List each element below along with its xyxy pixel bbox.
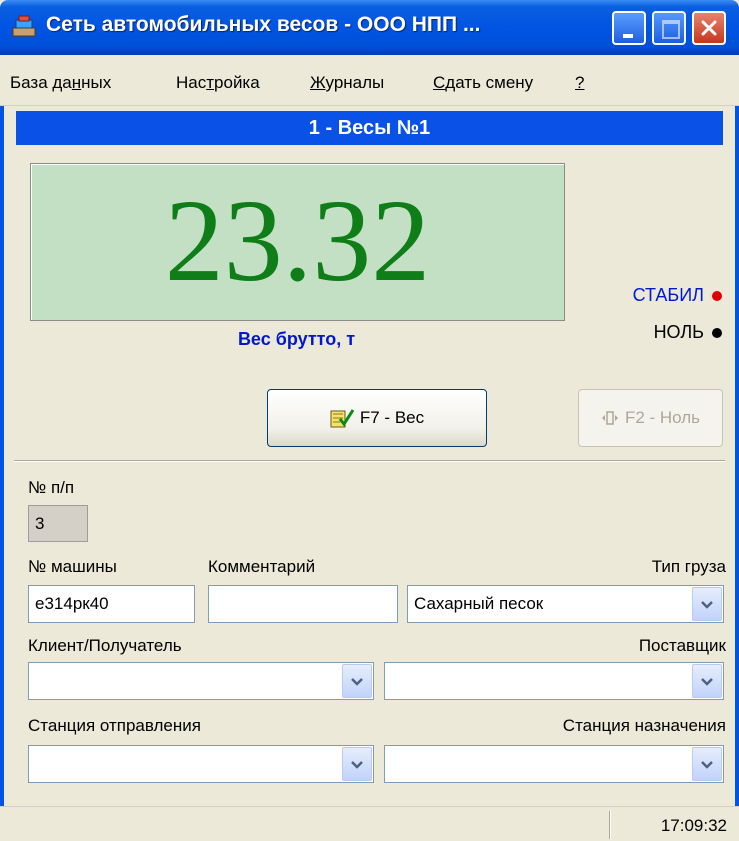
stable-indicator-dot — [712, 291, 722, 302]
menu-settings[interactable]: Настройка — [176, 73, 260, 93]
status-time: 17:09:32 — [660, 816, 727, 835]
section-divider — [14, 460, 725, 462]
close-button[interactable] — [692, 11, 726, 45]
client-select[interactable] — [28, 662, 374, 700]
cargo-type-label: Тип груза — [651, 557, 726, 576]
supplier-label: Поставщик — [638, 636, 726, 655]
weigh-button-label: F7 - Вес — [359, 408, 425, 427]
scale-header: 1 - Весы №1 — [16, 111, 723, 145]
destination-station-dropdown-button[interactable] — [692, 747, 722, 781]
scale-app-icon — [12, 15, 36, 37]
status-separator — [609, 811, 610, 839]
menu-help[interactable]: ? — [575, 73, 584, 93]
menu-close-shift[interactable]: Сдать смену — [433, 73, 533, 93]
menu-bar: База данных Настройка Журналы Сдать смен… — [0, 55, 739, 106]
zero-button[interactable]: F2 - Ноль — [578, 389, 723, 447]
weight-display: 23.32 — [30, 163, 565, 321]
menu-logs[interactable]: Журналы — [310, 73, 384, 93]
truck-number-input[interactable]: е314рк40 — [28, 585, 195, 623]
zero-indicator: НОЛЬ — [654, 322, 722, 343]
cargo-type-value: Сахарный песок — [414, 594, 544, 613]
title-bar[interactable]: Сеть автомобильных весов - ООО НПП ... — [0, 0, 739, 55]
stable-indicator: СТАБИЛ — [633, 285, 722, 306]
chevron-down-icon — [701, 761, 713, 769]
client-label: Клиент/Получатель — [28, 636, 182, 655]
cargo-type-dropdown-button[interactable] — [692, 587, 722, 621]
supplier-dropdown-button[interactable] — [692, 664, 722, 698]
window-frame-right — [735, 55, 739, 841]
zero-icon — [601, 411, 618, 425]
seq-label: № п/п — [28, 478, 75, 497]
chevron-down-icon — [701, 601, 713, 609]
departure-station-dropdown-button[interactable] — [342, 747, 372, 781]
minimize-button[interactable] — [612, 11, 646, 45]
weight-caption: Вес брутто, т — [237, 329, 356, 349]
client-dropdown-button[interactable] — [342, 664, 372, 698]
cargo-type-select[interactable]: Сахарный песок — [407, 585, 724, 623]
weigh-button[interactable]: F7 - Вес — [267, 389, 487, 447]
zero-indicator-dot — [712, 328, 722, 339]
weight-value: 23.32 — [164, 175, 431, 306]
close-icon — [701, 20, 717, 36]
menu-database[interactable]: База данных — [10, 73, 111, 93]
app-window: Сеть автомобильных весов - ООО НПП ... Б… — [0, 0, 739, 841]
window-frame-left — [0, 55, 4, 841]
zero-button-label: F2 - Ноль — [624, 408, 701, 427]
stable-indicator-label: СТАБИЛ — [632, 285, 704, 305]
zero-indicator-label: НОЛЬ — [653, 322, 704, 342]
status-bar: 17:09:32 — [0, 806, 739, 841]
destination-station-label: Станция назначения — [562, 716, 726, 735]
comment-label: Комментарий — [208, 557, 316, 576]
departure-station-label: Станция отправления — [28, 716, 201, 735]
chevron-down-icon — [701, 678, 713, 686]
departure-station-select[interactable] — [28, 745, 374, 783]
supplier-select[interactable] — [384, 662, 724, 700]
weigh-icon — [330, 409, 354, 428]
truck-number-label: № машины — [28, 557, 117, 576]
comment-input[interactable] — [208, 585, 398, 623]
destination-station-select[interactable] — [384, 745, 724, 783]
seq-field: 3 — [28, 505, 88, 542]
maximize-button[interactable] — [652, 11, 686, 45]
chevron-down-icon — [351, 761, 363, 769]
window-title: Сеть автомобильных весов - ООО НПП ... — [46, 13, 481, 36]
chevron-down-icon — [351, 678, 363, 686]
